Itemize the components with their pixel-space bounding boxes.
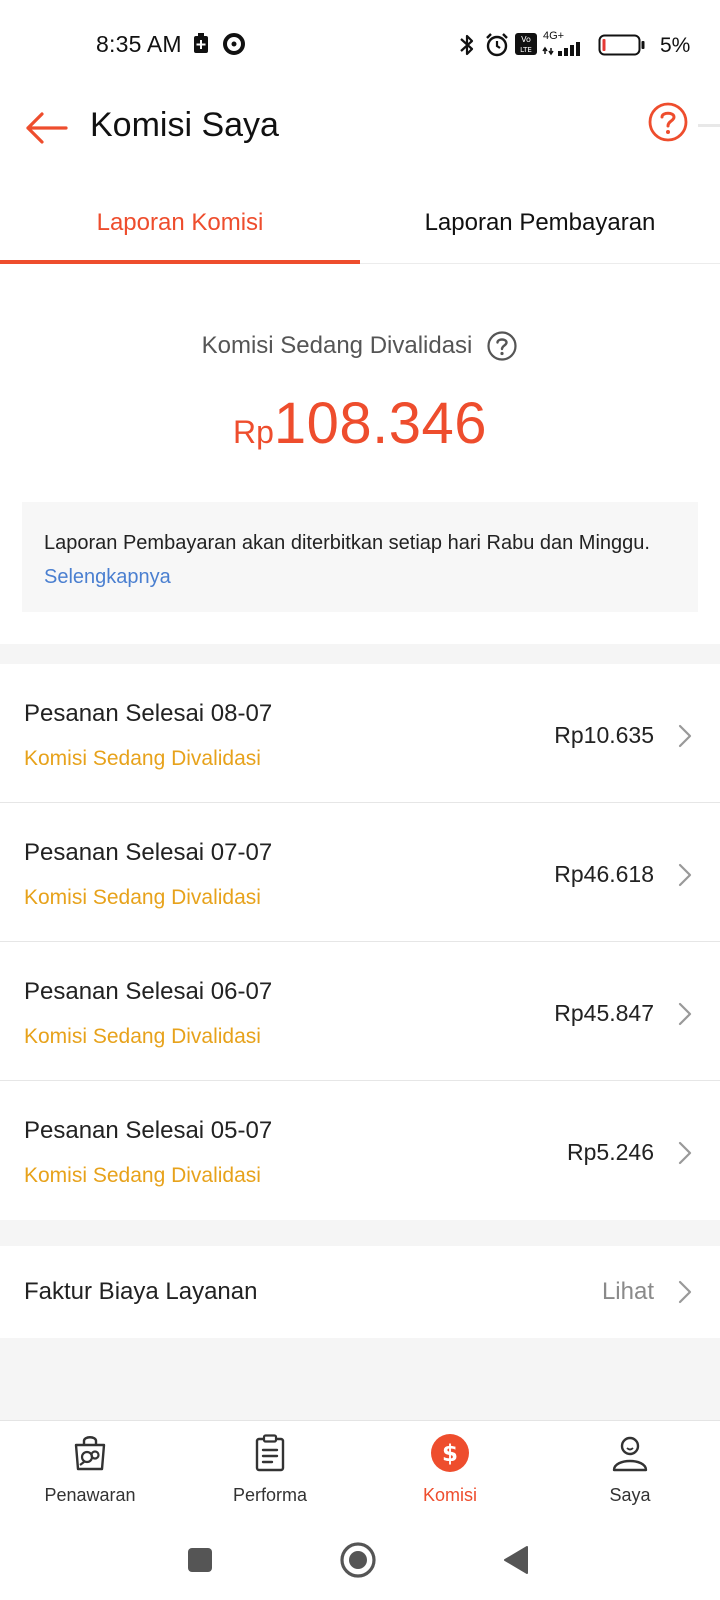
clipboard-icon [255, 1434, 285, 1472]
order-row[interactable]: Pesanan Selesai 07-07 Komisi Sedang Diva… [0, 803, 720, 942]
signal-icon [542, 42, 580, 56]
nav-label: Performa [232, 1485, 308, 1505]
order-row[interactable]: Pesanan Selesai 05-07 Komisi Sedang Diva… [0, 1081, 720, 1220]
tab-laporan-komisi[interactable]: Laporan Komisi [0, 182, 360, 264]
nav-komisi[interactable]: $ Komisi [360, 1421, 540, 1521]
question-circle-icon[interactable] [486, 330, 518, 362]
order-amount: Rp46.618 [554, 861, 654, 887]
summary-amount: Rp108.346 [0, 390, 720, 457]
header-divider [698, 124, 720, 127]
shopping-bag-icon [74, 1436, 106, 1471]
service-fee-invoice-row[interactable]: Faktur Biaya Layanan Lihat [0, 1246, 720, 1338]
order-title: Pesanan Selesai 08-07 [24, 700, 273, 727]
order-title: Pesanan Selesai 07-07 [24, 839, 273, 866]
order-status: Komisi Sedang Divalidasi [24, 747, 261, 770]
payment-notice: Laporan Pembayaran akan diterbitkan seti… [22, 502, 698, 612]
arrow-left-icon [26, 112, 68, 144]
status-time: 8:35 AM [96, 31, 182, 57]
nav-label: Komisi [422, 1485, 477, 1505]
order-amount: Rp45.847 [554, 1000, 654, 1026]
service-fee-label: Faktur Biaya Layanan [24, 1278, 258, 1305]
battery-icon [598, 34, 645, 56]
chevron-right-icon [678, 1280, 692, 1304]
alarm-icon [486, 33, 508, 57]
battery-saver-icon [194, 33, 208, 53]
square-icon [188, 1548, 212, 1572]
svg-text:LTE: LTE [520, 46, 532, 54]
order-list: Pesanan Selesai 08-07 Komisi Sedang Diva… [0, 664, 720, 1220]
help-button[interactable] [644, 98, 692, 146]
tab-laporan-pembayaran[interactable]: Laporan Pembayaran [360, 182, 720, 264]
triangle-back-icon [504, 1546, 528, 1574]
summary-label: Komisi Sedang Divalidasi [201, 332, 473, 359]
chevron-right-icon [678, 1002, 692, 1026]
back-nav-button[interactable] [492, 1536, 540, 1584]
bottom-navigation: Penawaran Performa $ Komisi Saya [0, 1420, 720, 1520]
order-amount: Rp10.635 [554, 722, 654, 748]
tab-bar: Laporan Komisi Laporan Pembayaran [0, 182, 720, 264]
location-icon [223, 33, 245, 55]
notice-link[interactable]: Selengkapnya [44, 566, 171, 588]
order-status: Komisi Sedang Divalidasi [24, 1164, 261, 1187]
user-icon [612, 1436, 648, 1472]
volte-icon: Vo LTE [515, 33, 537, 55]
question-circle-icon [648, 102, 688, 142]
chevron-right-icon [678, 1141, 692, 1165]
nav-performa[interactable]: Performa [180, 1421, 360, 1521]
chevron-right-icon [678, 863, 692, 887]
status-bar: 8:35 AM Vo LTE 4G+ 5% [0, 0, 720, 92]
notice-text: Laporan Pembayaran akan diterbitkan seti… [44, 532, 650, 554]
app-header: Komisi Saya [0, 92, 720, 182]
commission-summary: Komisi Sedang Divalidasi Rp108.346 Lapor… [0, 264, 720, 644]
battery-percentage: 5% [660, 34, 691, 57]
system-navigation [0, 1520, 720, 1600]
summary-value: 108.346 [273, 391, 488, 456]
nav-label: Penawaran [44, 1485, 136, 1505]
order-amount: Rp5.246 [567, 1139, 654, 1165]
svg-text:Vo: Vo [521, 35, 531, 44]
svg-text:$: $ [442, 1441, 458, 1467]
order-status: Komisi Sedang Divalidasi [24, 886, 261, 909]
order-title: Pesanan Selesai 06-07 [24, 978, 273, 1005]
nav-penawaran[interactable]: Penawaran [0, 1421, 180, 1521]
dollar-circle-icon: $ [431, 1434, 469, 1472]
home-button[interactable] [334, 1536, 382, 1584]
page-title: Komisi Saya [90, 106, 279, 144]
summary-label-row: Komisi Sedang Divalidasi [0, 330, 720, 362]
back-button[interactable] [22, 104, 70, 152]
order-status: Komisi Sedang Divalidasi [24, 1025, 261, 1048]
chevron-right-icon [678, 724, 692, 748]
recent-apps-button[interactable] [176, 1536, 224, 1584]
view-invoice-link[interactable]: Lihat [602, 1278, 654, 1306]
nav-saya[interactable]: Saya [540, 1421, 720, 1521]
order-title: Pesanan Selesai 05-07 [24, 1117, 273, 1144]
summary-currency: Rp [232, 414, 274, 450]
order-row[interactable]: Pesanan Selesai 06-07 Komisi Sedang Diva… [0, 942, 720, 1081]
home-circle-icon [340, 1542, 376, 1578]
nav-label: Saya [609, 1485, 651, 1505]
screen: 8:35 AM Vo LTE 4G+ 5% Komisi Saya Lapora… [0, 0, 720, 1600]
order-row[interactable]: Pesanan Selesai 08-07 Komisi Sedang Diva… [0, 664, 720, 803]
bluetooth-icon [460, 34, 474, 56]
